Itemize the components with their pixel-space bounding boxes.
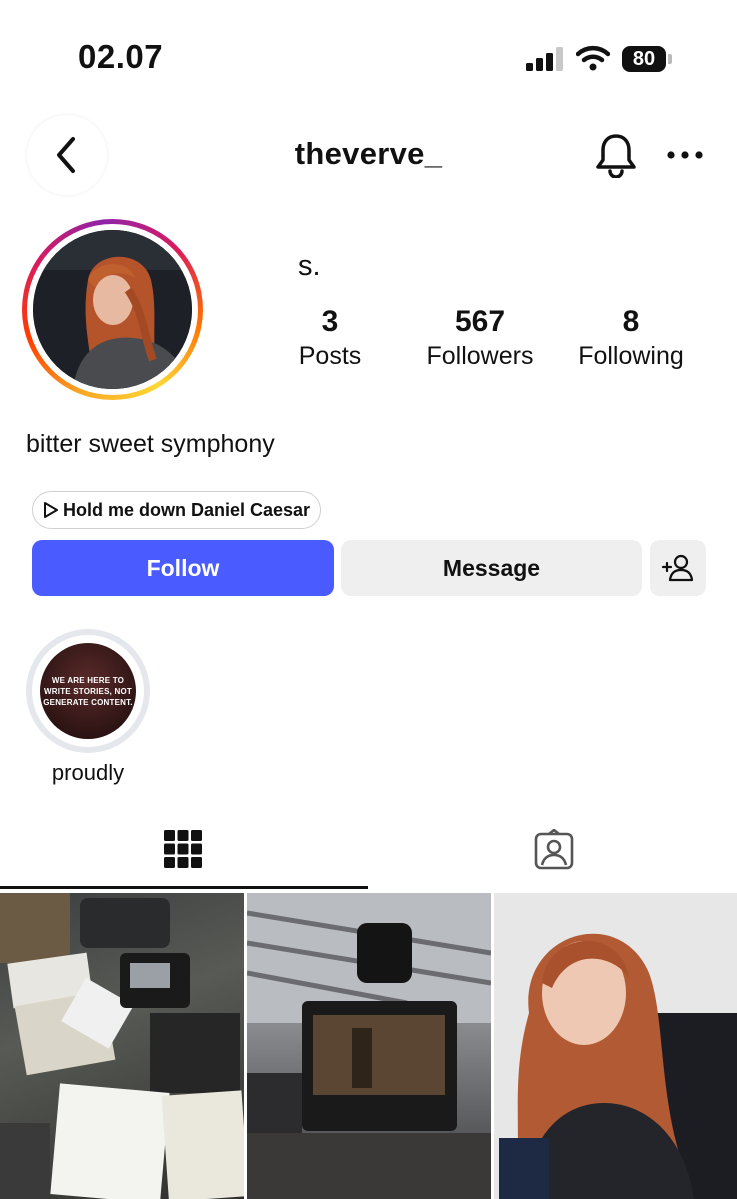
stat-followers-value: 567	[454, 305, 506, 338]
stat-posts[interactable]: 3 Posts	[290, 305, 370, 373]
avatar	[33, 230, 192, 389]
post-image	[247, 893, 491, 1199]
back-icon	[57, 137, 75, 173]
follow-button[interactable]: Follow	[32, 540, 334, 596]
stat-following-label: Following	[578, 342, 684, 370]
stat-followers-label: Followers	[426, 342, 534, 370]
more-icon[interactable]	[664, 140, 706, 170]
stat-following-value: 8	[622, 305, 640, 338]
post-thumbnail[interactable]	[494, 893, 737, 1199]
highlight-cover: WE ARE HERE TO WRITE STORIES, NOT GENERA…	[40, 643, 136, 739]
message-button[interactable]: Message	[341, 540, 642, 596]
cellular-signal-icon	[526, 47, 563, 71]
battery-level: 80	[622, 46, 666, 72]
bell-icon[interactable]	[595, 132, 637, 178]
active-tab-indicator	[0, 886, 368, 889]
post-thumbnail[interactable]	[247, 893, 491, 1199]
add-user-icon	[661, 554, 694, 582]
status-time: 02.07	[78, 38, 164, 75]
music-pill-label: Hold me down Daniel Caesar	[63, 499, 311, 520]
post-image	[494, 893, 737, 1199]
stat-followers[interactable]: 567 Followers	[415, 305, 545, 373]
battery-cap	[668, 54, 672, 64]
battery-indicator: 80	[622, 46, 672, 72]
stat-following[interactable]: 8 Following	[570, 305, 692, 373]
tagged-icon[interactable]	[533, 829, 575, 871]
play-icon	[44, 502, 58, 518]
story-highlight[interactable]: WE ARE HERE TO WRITE STORIES, NOT GENERA…	[26, 629, 150, 753]
grid-icon[interactable]	[164, 830, 202, 868]
music-pill[interactable]: Hold me down Daniel Caesar	[32, 491, 322, 529]
profile-username: theverve_	[294, 136, 443, 171]
stat-posts-label: Posts	[298, 342, 362, 370]
highlight-label: proudly	[51, 760, 125, 785]
profile-bio: bitter sweet symphony	[26, 430, 275, 458]
back-button[interactable]	[27, 115, 107, 195]
avatar-photo-art	[33, 230, 192, 389]
suggested-users-button[interactable]	[650, 540, 706, 596]
display-name: s.	[298, 250, 321, 282]
stat-posts-value: 3	[321, 305, 339, 338]
post-thumbnail[interactable]	[0, 893, 244, 1199]
post-image	[0, 893, 244, 1199]
avatar-story-ring[interactable]	[22, 219, 203, 400]
wifi-icon	[576, 45, 610, 71]
